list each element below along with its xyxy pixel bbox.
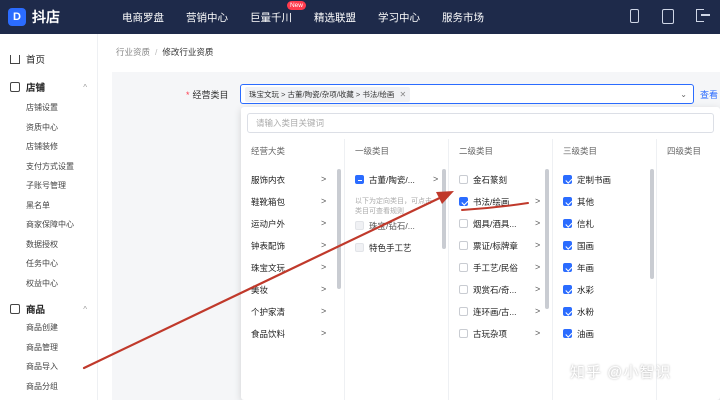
watermark: 知乎 @小智识 bbox=[570, 364, 672, 381]
annotation-arrow-shaft bbox=[82, 192, 450, 370]
annotation-underline bbox=[461, 202, 529, 211]
annotation-arrow bbox=[82, 191, 529, 370]
